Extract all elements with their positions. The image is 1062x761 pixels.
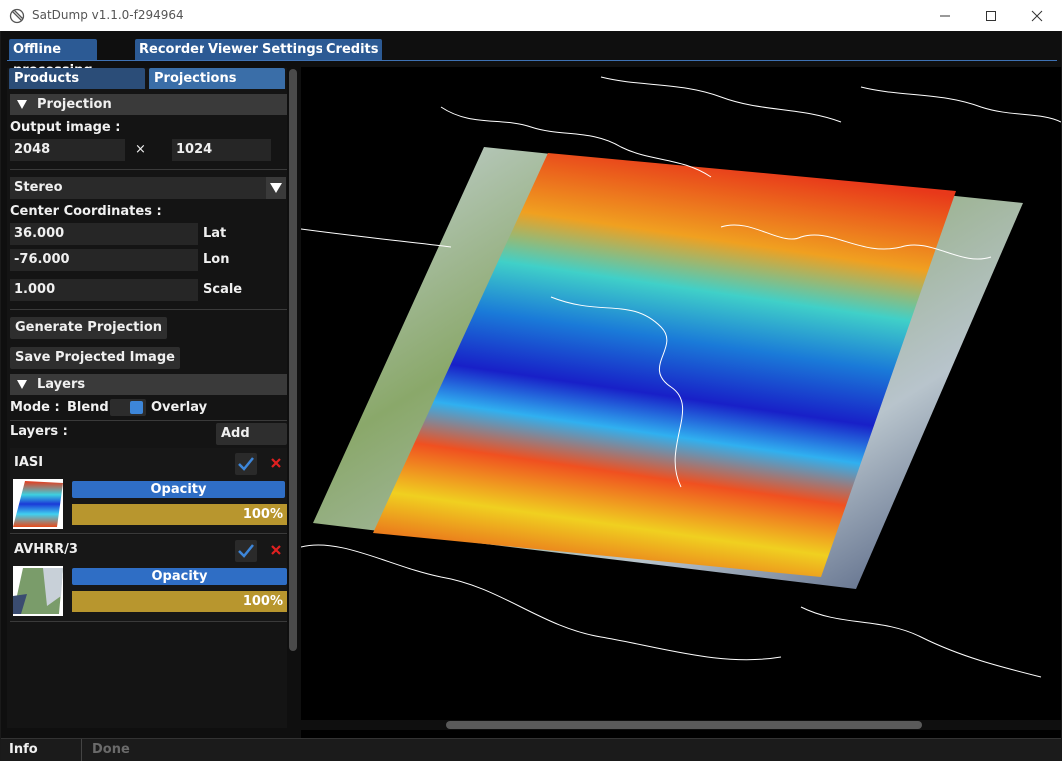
opacity-value-slider[interactable]: 100% [72,504,287,525]
layer-name: AVHRR/3 [14,542,78,557]
scale-label: Scale [203,282,243,297]
layers-header-label: Layers [37,377,86,392]
output-height-input[interactable]: 1024 [172,139,271,161]
layers-header[interactable]: Layers [10,374,287,395]
lon-label: Lon [203,252,230,267]
triangle-down-icon [17,100,27,109]
opacity-label: Opacity [151,569,208,584]
mode-toggle-knob [130,401,143,414]
opacity-value: 100% [242,594,283,609]
add-layer-button[interactable]: Add Layer [216,423,287,463]
window-title: SatDump v1.1.0-f294964 [32,8,184,22]
mode-toggle[interactable] [110,399,146,416]
output-image-label: Output image : [10,120,121,135]
checkmark-icon [238,544,254,558]
mode-blend-label[interactable]: Blend [67,400,109,415]
subtab-products[interactable]: Products [9,68,145,89]
opacity-slider[interactable]: Opacity [72,566,287,587]
layer-item-avhrr: AVHRR/3 Opacity 100% [10,535,287,622]
save-projected-image-button[interactable]: Save Projected Image [10,347,180,369]
maximize-icon [986,10,996,21]
separator [10,309,287,310]
delete-x-icon[interactable] [270,457,282,469]
tab-underline [7,60,1057,61]
mode-overlay-label[interactable]: Overlay [151,400,207,415]
viewer-horizontal-scrollbar[interactable] [446,721,922,729]
projection-header-label: Projection [37,97,112,112]
maximize-button[interactable] [968,0,1014,31]
close-icon [1031,10,1043,21]
output-width-input[interactable]: 2048 [10,139,125,161]
lat-label: Lat [203,226,227,241]
close-button[interactable] [1014,0,1060,31]
app-client: Offline processing Recorder Viewer Setti… [1,31,1061,761]
times-sign: × [135,142,146,157]
layer-name: IASI [14,455,44,470]
separator [10,420,287,421]
projection-type-dropdown-button[interactable] [266,177,286,199]
tab-viewer[interactable]: Viewer [204,39,263,60]
projection-type-select[interactable]: Stereo [10,177,268,199]
status-label: Info [9,742,38,757]
tab-offline-processing[interactable]: Offline processing [9,39,97,78]
delete-x-icon[interactable] [270,544,282,556]
lon-input[interactable]: -76.000 [10,249,198,271]
mode-label: Mode : [10,400,60,415]
checkmark-icon [238,457,254,471]
projection-viewer[interactable] [301,67,1061,747]
separator [10,169,287,170]
status-divider [81,739,82,761]
layer-thumbnail [13,566,63,616]
subtab-projections[interactable]: Projections [149,68,285,89]
layers-label: Layers : [10,424,68,439]
left-panel-scrollbar[interactable] [289,69,297,651]
opacity-label: Opacity [150,482,207,497]
opacity-slider[interactable]: Opacity [72,479,285,500]
projection-image [301,76,1061,678]
lat-input[interactable]: 36.000 [10,223,198,245]
tab-credits[interactable]: Credits [322,39,383,60]
tab-recorder[interactable]: Recorder [135,39,210,60]
minimize-icon [940,15,950,16]
center-coordinates-label: Center Coordinates : [10,204,162,219]
layer-item-iasi: IASI Opacity 100% [10,448,287,534]
left-panel: Products Projections Projection Output i… [7,68,287,728]
minimize-button[interactable] [922,0,968,31]
triangle-down-icon [17,380,27,389]
status-bar: Info Done [1,738,1061,761]
satdump-icon [9,8,25,24]
generate-projection-button[interactable]: Generate Projection [10,317,168,339]
layer-visible-checkbox[interactable] [235,540,257,562]
layer-thumbnail [13,479,63,529]
layer-visible-checkbox[interactable] [235,453,257,475]
opacity-value: 100% [242,507,283,522]
window-titlebar: SatDump v1.1.0-f294964 [0,0,1062,31]
scale-input[interactable]: 1.000 [10,279,198,301]
tab-settings[interactable]: Settings [258,39,328,60]
projection-header[interactable]: Projection [10,94,287,115]
opacity-value-slider[interactable]: 100% [72,591,287,612]
triangle-down-icon [270,183,282,193]
status-text: Done [92,742,130,757]
